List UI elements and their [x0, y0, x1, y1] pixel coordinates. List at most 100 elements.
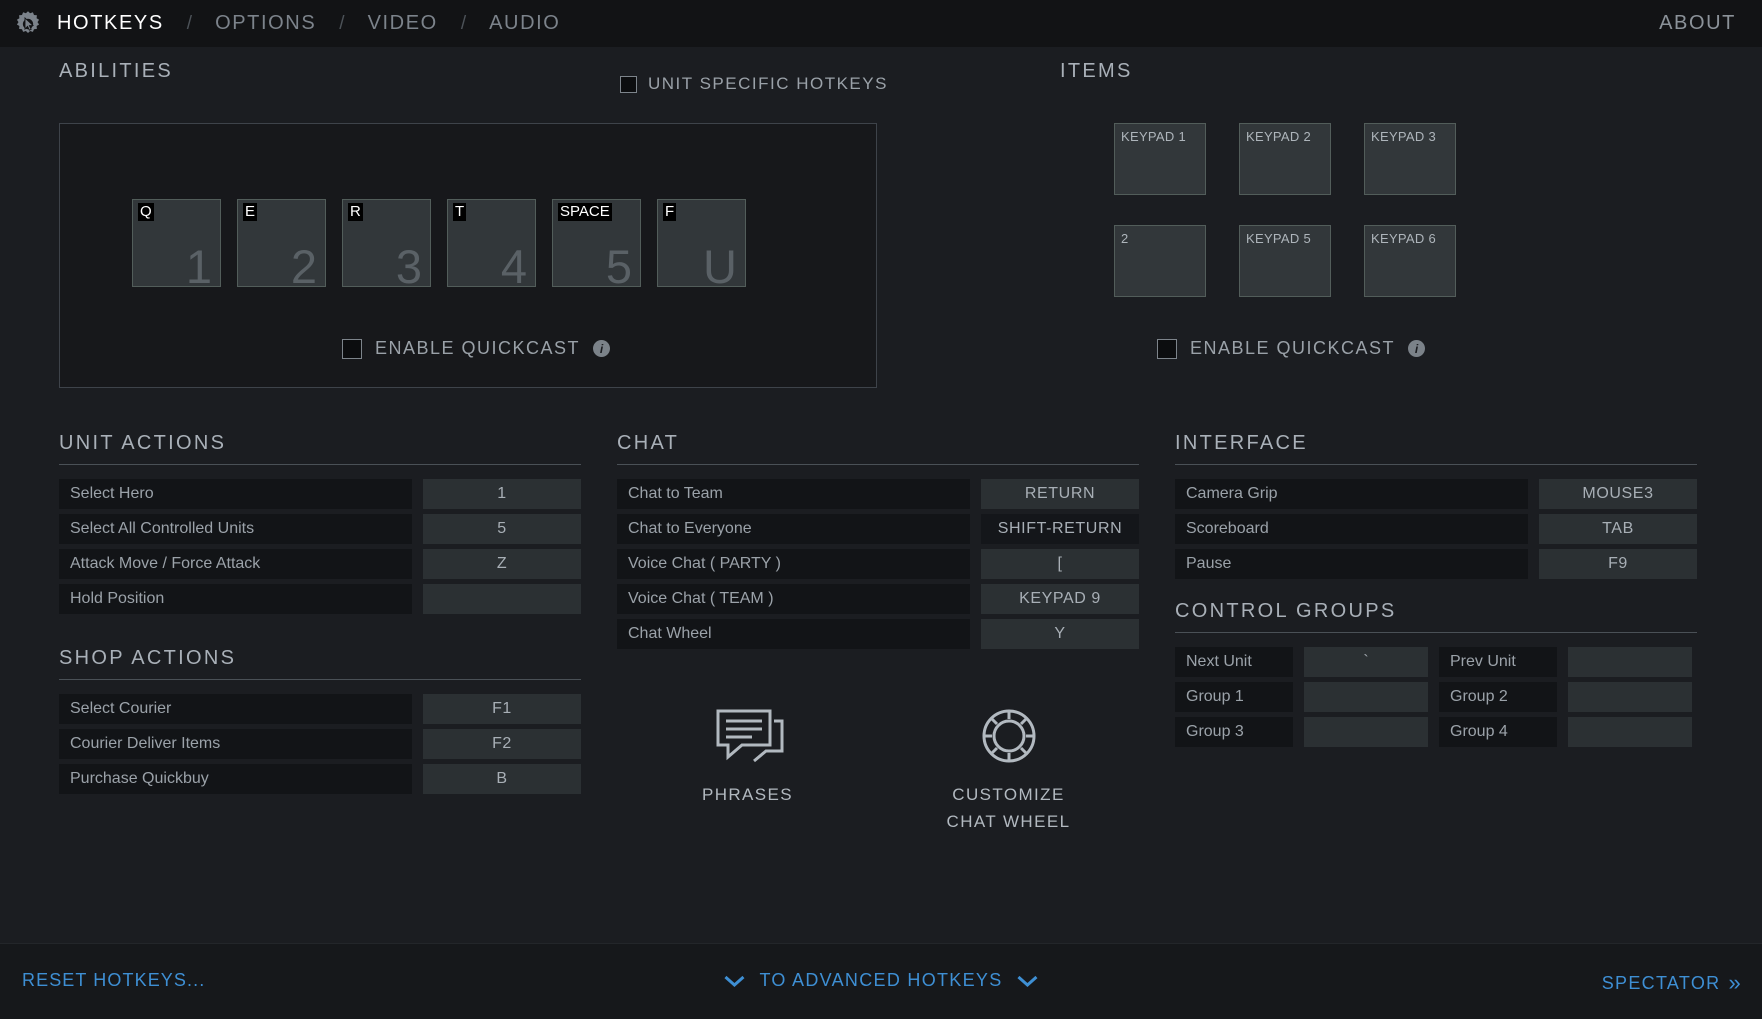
tab-video[interactable]: VIDEO	[367, 12, 439, 35]
binding-label[interactable]: Chat to Team	[617, 479, 970, 509]
binding-key[interactable]: F1	[423, 694, 581, 724]
abilities-quickcast-checkbox[interactable]	[342, 338, 362, 359]
binding-key[interactable]: SHIFT-RETURN	[981, 514, 1139, 544]
binding-label[interactable]: Select Courier	[59, 694, 412, 724]
phrases-button[interactable]: PHRASES	[617, 705, 878, 835]
binding-label[interactable]: Voice Chat ( TEAM )	[617, 584, 970, 614]
binding-label[interactable]: Scoreboard	[1175, 514, 1528, 544]
ability-slot-number: 5	[605, 240, 632, 293]
binding-label[interactable]: Camera Grip	[1175, 479, 1528, 509]
unit-specific-hotkeys-toggle[interactable]: UNIT SPECIFIC HOTKEYS	[620, 74, 888, 94]
binding-key[interactable]: F9	[1539, 549, 1697, 579]
chat-bindings-column: CHAT Chat to Team RETURN Chat to Everyon…	[617, 432, 1139, 654]
speech-bubbles-icon	[716, 709, 783, 763]
binding-key[interactable]: 5	[423, 514, 581, 544]
reset-hotkeys-button[interactable]: RESET HOTKEYS...	[22, 970, 205, 991]
about-link[interactable]: ABOUT	[1659, 12, 1736, 35]
binding-key[interactable]: RETURN	[981, 479, 1139, 509]
abilities-quickcast-toggle[interactable]: ENABLE QUICKCAST i	[342, 338, 611, 359]
control-group-label[interactable]: Group 1	[1175, 682, 1293, 712]
item-slot[interactable]: KEYPAD 2	[1239, 123, 1331, 195]
binding-key[interactable]: B	[423, 764, 581, 794]
item-slot[interactable]: KEYPAD 5	[1239, 225, 1331, 297]
ability-slot-number: 3	[395, 240, 422, 293]
binding-label[interactable]: Chat Wheel	[617, 619, 970, 649]
binding-label[interactable]: Select Hero	[59, 479, 412, 509]
control-group-key[interactable]	[1304, 717, 1428, 747]
item-slot-key: KEYPAD 6	[1371, 231, 1437, 246]
chevron-down-icon	[724, 975, 745, 987]
item-slot[interactable]: KEYPAD 3	[1364, 123, 1456, 195]
control-group-key[interactable]: `	[1304, 647, 1428, 677]
item-slot[interactable]: 2	[1114, 225, 1206, 297]
to-advanced-hotkeys-button[interactable]: TO ADVANCED HOTKEYS	[723, 970, 1038, 991]
ability-slot[interactable]: E 2	[237, 199, 326, 293]
binding-row: Pause F9	[1175, 549, 1697, 579]
binding-key[interactable]	[423, 584, 581, 614]
unit-specific-hotkeys-checkbox[interactable]	[620, 75, 637, 93]
tab-hotkeys[interactable]: HOTKEYS	[56, 12, 165, 35]
info-icon[interactable]: i	[1408, 340, 1426, 357]
binding-label[interactable]: Voice Chat ( PARTY )	[617, 549, 970, 579]
ability-slot-number: 2	[290, 240, 317, 293]
item-slot[interactable]: KEYPAD 6	[1364, 225, 1456, 297]
spectator-label: SPECTATOR	[1601, 972, 1721, 993]
items-section-title: ITEMS	[1060, 60, 1133, 82]
customize-chat-wheel-button[interactable]: CUSTOMIZE CHAT WHEEL	[878, 705, 1139, 835]
control-group-key[interactable]	[1568, 647, 1692, 677]
shop-actions-rows: Select Courier F1 Courier Deliver Items …	[59, 694, 581, 794]
binding-key[interactable]: F2	[423, 729, 581, 759]
binding-key[interactable]: Y	[981, 619, 1139, 649]
gear-icon[interactable]	[0, 9, 56, 39]
binding-key[interactable]: KEYPAD 9	[981, 584, 1139, 614]
info-icon[interactable]: i	[593, 340, 611, 357]
ability-slot[interactable]: Q 1	[132, 199, 221, 290]
nav-separator: /	[186, 12, 193, 34]
binding-row: Hold Position	[59, 584, 581, 614]
control-group-label[interactable]: Group 2	[1439, 682, 1557, 712]
item-slot[interactable]: KEYPAD 1	[1114, 123, 1206, 195]
binding-label[interactable]: Select All Controlled Units	[59, 514, 412, 544]
binding-key[interactable]: MOUSE3	[1539, 479, 1697, 509]
items-quickcast-label: ENABLE QUICKCAST	[1190, 338, 1396, 358]
ability-slot[interactable]: SPACE 5	[552, 199, 641, 293]
control-group-label[interactable]: Group 4	[1439, 717, 1557, 747]
ability-slot-number: U	[703, 240, 737, 293]
footer-bar: RESET HOTKEYS... TO ADVANCED HOTKEYS SPE…	[0, 943, 1762, 1019]
tab-audio[interactable]: AUDIO	[488, 12, 561, 35]
control-group-row: Group 1 Group 2	[1175, 682, 1697, 712]
binding-label[interactable]: Courier Deliver Items	[59, 729, 412, 759]
binding-label[interactable]: Pause	[1175, 549, 1528, 579]
binding-row: Select Courier F1	[59, 694, 581, 724]
gear-icon-svg	[16, 10, 40, 33]
interface-section: INTERFACE Camera Grip MOUSE3 Scoreboard …	[1175, 432, 1697, 579]
binding-label[interactable]: Attack Move / Force Attack	[59, 549, 412, 579]
hotkeys-settings-screen: HOTKEYS / OPTIONS / VIDEO / AUDIO ABOUT …	[0, 0, 1762, 1019]
tab-options[interactable]: OPTIONS	[214, 12, 317, 35]
control-group-key[interactable]	[1304, 682, 1428, 712]
control-groups-rows: Next Unit ` Prev Unit Group 1 Group 2 Gr…	[1175, 647, 1697, 747]
binding-key[interactable]: [	[981, 549, 1139, 579]
binding-key[interactable]: Z	[423, 549, 581, 579]
binding-label[interactable]: Chat to Everyone	[617, 514, 970, 544]
control-group-label[interactable]: Group 3	[1175, 717, 1293, 747]
control-group-label[interactable]: Next Unit	[1175, 647, 1293, 677]
binding-row: Chat Wheel Y	[617, 619, 1139, 649]
ability-slot[interactable]: T 4	[447, 199, 536, 290]
items-quickcast-checkbox[interactable]	[1157, 338, 1177, 359]
binding-label[interactable]: Hold Position	[59, 584, 412, 614]
ability-slot[interactable]: R 3	[342, 199, 431, 293]
binding-label[interactable]: Purchase Quickbuy	[59, 764, 412, 794]
spectator-button[interactable]: SPECTATOR »	[1602, 970, 1742, 996]
binding-key[interactable]: 1	[423, 479, 581, 509]
nav-separator: /	[460, 12, 467, 34]
item-slot-key: KEYPAD 1	[1121, 129, 1187, 144]
control-group-label[interactable]: Prev Unit	[1439, 647, 1557, 677]
control-group-key[interactable]	[1568, 717, 1692, 747]
ability-slot[interactable]: F U	[657, 199, 746, 293]
control-group-key[interactable]	[1568, 682, 1692, 712]
items-quickcast-toggle[interactable]: ENABLE QUICKCAST i	[1157, 338, 1426, 359]
ability-slot-key: R	[348, 203, 363, 221]
control-group-row: Next Unit ` Prev Unit	[1175, 647, 1697, 677]
binding-key[interactable]: TAB	[1539, 514, 1697, 544]
